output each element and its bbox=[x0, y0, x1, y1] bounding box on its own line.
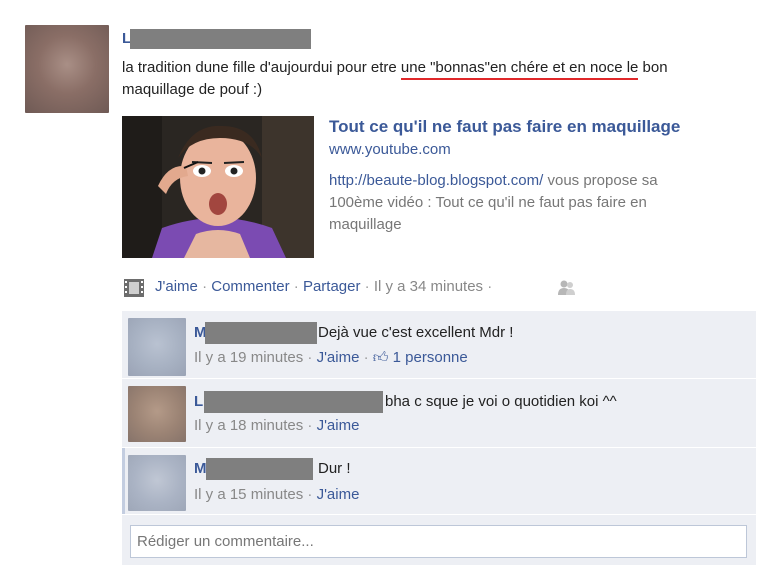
comment-divider bbox=[122, 447, 756, 448]
post-actions: J'aime · Commenter · Partager · Il y a 3… bbox=[155, 278, 493, 295]
comment-highlight-bar bbox=[122, 448, 125, 514]
comment-meta: Il y a 15 minutes · J'aime bbox=[194, 486, 360, 503]
comment-like-link[interactable]: J'aime bbox=[317, 486, 360, 503]
post-author-avatar[interactable] bbox=[25, 25, 109, 113]
comment-time[interactable]: Il y a 19 minutes bbox=[194, 349, 303, 366]
comment-meta: Il y a 18 minutes · J'aime bbox=[194, 417, 360, 434]
comment-time[interactable]: Il y a 18 minutes bbox=[194, 417, 303, 434]
link-description-line1: http://beaute-blog.blogspot.com/ vous pr… bbox=[329, 172, 658, 189]
comment-like-link[interactable]: J'aime bbox=[317, 417, 360, 434]
comment-likes-count[interactable]: 1 personne bbox=[393, 349, 468, 366]
post-text-line1: la tradition dune fille d'aujourdui pour… bbox=[122, 59, 668, 80]
comment-avatar[interactable] bbox=[128, 455, 186, 511]
comment-author-redacted bbox=[205, 322, 317, 344]
comment-author-redacted bbox=[206, 458, 313, 480]
comment-link[interactable]: Commenter bbox=[211, 278, 289, 295]
link-domain[interactable]: www.youtube.com bbox=[329, 141, 451, 158]
comment-divider bbox=[122, 514, 756, 515]
video-thumbnail[interactable] bbox=[122, 116, 314, 258]
comment-like-link[interactable]: J'aime bbox=[317, 349, 360, 366]
like-link[interactable]: J'aime bbox=[155, 278, 198, 295]
link-description-line3: maquillage bbox=[329, 216, 402, 233]
comment-avatar[interactable] bbox=[128, 318, 186, 376]
description-link[interactable]: http://beaute-blog.blogspot.com/ bbox=[329, 172, 543, 189]
underlined-phrase: une "bonnas"en chére et en noce le bbox=[400, 59, 639, 80]
film-icon bbox=[122, 276, 146, 305]
comment-input[interactable]: Rédiger un commentaire... bbox=[130, 525, 747, 558]
comment-author-initial[interactable]: M bbox=[194, 460, 207, 477]
comment-text: bha c sque je voi o quotidien koi ^^ bbox=[385, 393, 617, 410]
post-time[interactable]: Il y a 34 minutes bbox=[374, 278, 483, 295]
post-text-line2: maquillage de pouf :) bbox=[122, 81, 263, 98]
link-description-line2: 100ème vidéo : Tout ce qu'il ne faut pas… bbox=[329, 194, 647, 211]
thumbs-up-icon: 👍︎ bbox=[372, 349, 389, 366]
comment-author-redacted bbox=[204, 391, 383, 413]
comment-text: Dur ! bbox=[318, 460, 351, 477]
comment-time[interactable]: Il y a 15 minutes bbox=[194, 486, 303, 503]
comment-avatar[interactable] bbox=[128, 386, 186, 442]
comment-divider bbox=[122, 378, 756, 379]
comment-meta: Il y a 19 minutes · J'aime · 👍︎ 1 person… bbox=[194, 349, 468, 366]
link-title[interactable]: Tout ce qu'il ne faut pas faire en maqui… bbox=[329, 117, 680, 137]
comment-author-initial[interactable]: L bbox=[194, 393, 203, 410]
friends-privacy-icon[interactable] bbox=[557, 279, 577, 302]
share-link[interactable]: Partager bbox=[303, 278, 361, 295]
comment-text: Dejà vue c'est excellent Mdr ! bbox=[318, 324, 514, 341]
post-author-name-redacted bbox=[130, 29, 311, 49]
